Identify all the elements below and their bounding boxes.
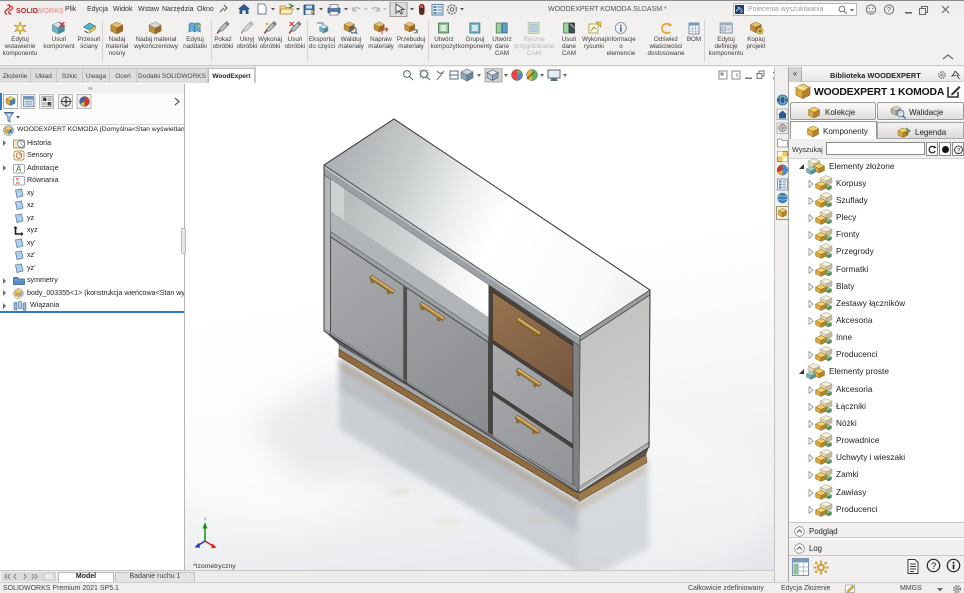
svg-text:Σ: Σ bbox=[16, 177, 21, 186]
svg-text:?: ? bbox=[957, 147, 961, 154]
svg-text:*Izometryczny: *Izometryczny bbox=[193, 563, 236, 570]
svg-text:A: A bbox=[16, 164, 22, 173]
svg-text:WORKS: WORKS bbox=[37, 6, 64, 15]
svg-text:?: ? bbox=[887, 5, 891, 14]
svg-text:?: ? bbox=[931, 561, 936, 572]
svg-text:SOLID: SOLID bbox=[16, 6, 38, 15]
